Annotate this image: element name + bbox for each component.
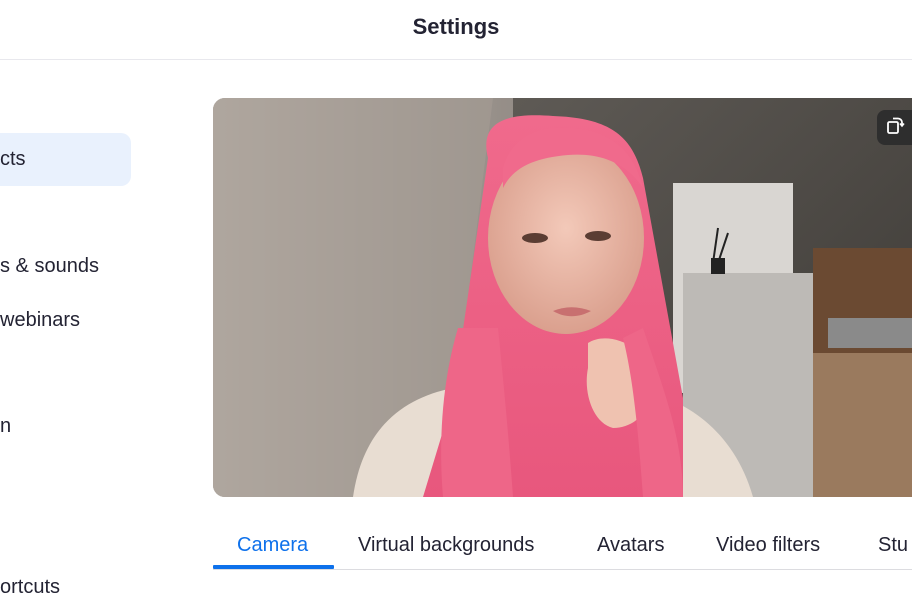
video-settings-tabs: Camera Virtual backgrounds Avatars Video…	[213, 526, 912, 570]
sidebar-item-partial[interactable]: n	[0, 415, 11, 438]
settings-window: Settings cts s & sounds webinars n ortcu…	[0, 0, 912, 597]
sidebar-item-label: cts	[0, 148, 26, 170]
title-bar: Settings	[0, 0, 912, 60]
sidebar-item-label: s & sounds	[0, 255, 99, 277]
sidebar-item-keyboard-shortcuts[interactable]: ortcuts	[0, 576, 60, 597]
page-title: Settings	[412, 14, 500, 39]
camera-preview-image	[213, 98, 912, 497]
sidebar-item-background-effects[interactable]: cts	[0, 133, 131, 186]
tab-video-filters[interactable]: Video filters	[716, 534, 820, 557]
settings-sidebar: cts s & sounds webinars n ortcuts	[0, 60, 170, 597]
camera-preview	[213, 98, 912, 497]
tab-camera[interactable]: Camera	[237, 534, 308, 557]
tab-avatars[interactable]: Avatars	[597, 534, 664, 557]
tab-studio-effects[interactable]: Stu	[878, 534, 908, 557]
sidebar-item-meetings-webinars[interactable]: webinars	[0, 309, 80, 332]
sidebar-item-label: n	[0, 415, 12, 437]
sidebar-item-label: ortcuts	[0, 576, 61, 597]
rotate-camera-icon	[885, 115, 905, 140]
active-tab-indicator	[213, 565, 334, 569]
sidebar-item-audio-sounds[interactable]: s & sounds	[0, 255, 99, 278]
tab-virtual-backgrounds[interactable]: Virtual backgrounds	[358, 534, 534, 557]
rotate-camera-button[interactable]	[877, 110, 912, 145]
sidebar-item-label: webinars	[0, 309, 81, 331]
